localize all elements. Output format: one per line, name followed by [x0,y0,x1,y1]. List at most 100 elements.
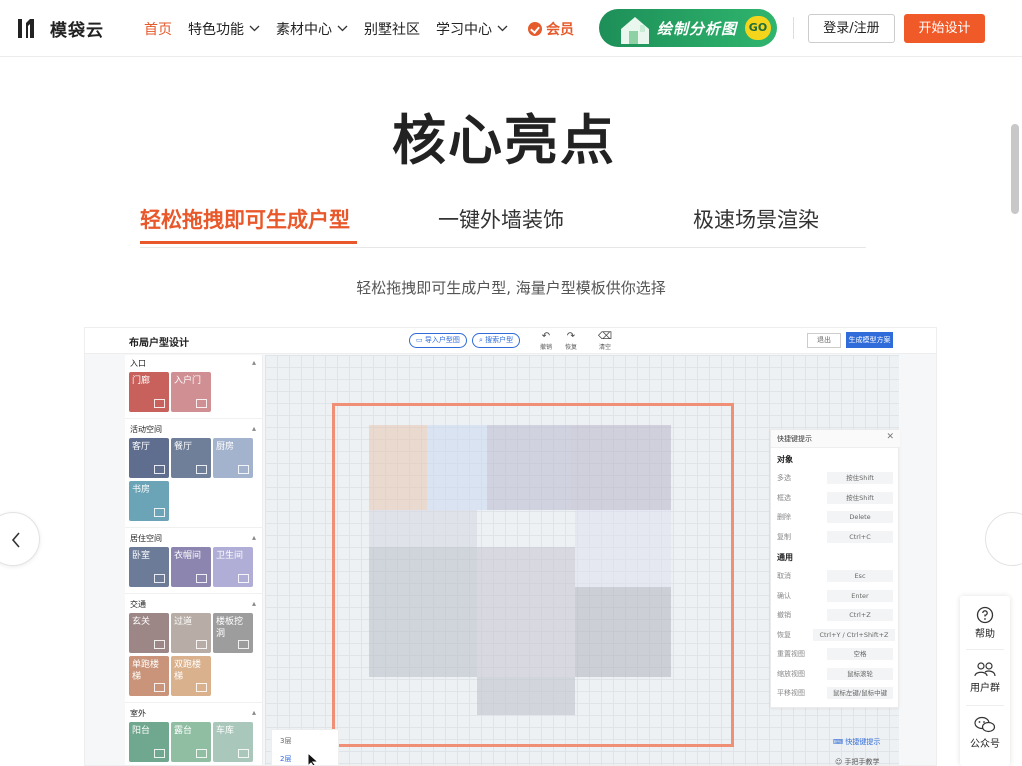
menu-item[interactable]: 别墅社区 [364,19,420,39]
room-glyph-icon [196,399,207,408]
float-divider [966,705,1004,706]
room-glyph-icon [196,640,207,649]
room-glyph-icon [238,640,249,649]
room-tile-label: 过道 [174,617,193,627]
room-tile-label: 入户门 [174,376,202,386]
shortcut-label: 缩放视图 [777,669,805,678]
nav-divider [793,17,794,39]
room-tile[interactable]: 阳台 [129,722,169,762]
start-design-button[interactable]: 开始设计 [904,14,985,43]
shortcut-label: 平移视图 [777,689,805,697]
menu-item[interactable]: 学习中心 [436,19,508,39]
room-tile[interactable]: 门廊 [129,372,169,412]
redo-tool[interactable]: ↷ 恢复 [562,331,580,351]
wechat-button[interactable]: 公众号 [960,716,1010,750]
room-tile[interactable]: 过道 [171,613,211,653]
palette-divider [125,418,263,419]
logo-mark-icon [18,19,34,38]
menu-item-label: 别墅社区 [364,21,420,38]
clear-tool[interactable]: ⌫ 清空 [596,331,614,351]
room-glyph-icon [238,465,249,474]
shortcut-label: 复制 [777,532,791,541]
palette-section-title: 室外 [130,709,146,718]
room-glyph-icon [196,683,207,692]
section-toggle-icon[interactable]: ▴ [252,424,256,433]
room-tile[interactable]: 书房 [129,481,169,521]
shortcut-label: 恢复 [777,630,791,639]
user-group-button[interactable]: 用户群 [960,660,1010,694]
room-glyph-icon [154,465,165,474]
top-nav: 模袋云 首页 特色功能 素材中心 别墅社区 学习中心 会员 绘制分析图 GO 登录/注册 … [0,0,1022,57]
room-tile[interactable]: 卫生间 [213,547,253,587]
logo[interactable]: 模袋云 [17,15,104,41]
menu-item[interactable]: 首页 [144,19,172,39]
chevron-left-icon [11,532,20,548]
shortcut-hint-link[interactable]: ⌨ 快捷键提示 [833,737,880,747]
close-icon[interactable]: ✕ [886,432,894,442]
room-tile-label: 书房 [132,485,151,495]
room-tile[interactable]: 玄关 [129,613,169,653]
shortcut-panel-title: 快捷键提示 [777,435,812,443]
room-glyph-icon [196,749,207,758]
undo-label: 撤销 [539,344,552,351]
analysis-banner[interactable]: 绘制分析图 GO [599,9,777,47]
undo-icon: ↶ [541,331,551,342]
shortcut-key: 按住Shift [827,472,893,484]
generate-model-button[interactable]: 生成模型方案 [846,332,893,348]
room-tile[interactable]: 车库 [213,722,253,762]
banner-go-button[interactable]: GO [745,16,771,40]
room-tile[interactable]: 楼板挖洞 [213,613,253,653]
room-tile[interactable]: 卧室 [129,547,169,587]
exit-button[interactable]: 退出 [807,333,841,348]
floor-item[interactable]: 3层 [280,736,291,746]
room-tile[interactable]: 双跑楼梯 [171,656,211,696]
search-plan-button[interactable]: ⌕ 搜索户型 [472,333,521,348]
vip-link[interactable]: 会员 [528,19,574,39]
section-toggle-icon[interactable]: ▴ [252,708,256,717]
mouse-cursor-icon [307,752,320,765]
shortcut-label: 取消 [777,572,791,580]
right-float-bar: 帮助 用户群 公众号 [960,596,1010,766]
menu-item-label: 首页 [144,21,172,38]
room-glyph-icon [238,574,249,583]
carousel-prev-button[interactable] [0,512,40,566]
room-tile[interactable]: 露台 [171,722,211,762]
room-tile[interactable]: 厨房 [213,438,253,478]
redo-icon: ↷ [566,331,576,342]
shortcut-label: 确认 [777,591,791,600]
floor-item-active[interactable]: 2层 [278,752,332,765]
help-button[interactable]: 帮助 [960,606,1010,640]
scrollbar-thumb[interactable] [1011,124,1019,214]
login-button[interactable]: 登录/注册 [808,14,895,43]
section-toggle-icon[interactable]: ▴ [252,533,256,542]
menu-item[interactable]: 特色功能 [188,19,260,39]
import-plan-button[interactable]: ▭ 导入户型图 [409,333,467,348]
room-tile[interactable]: 单跑楼梯 [129,656,169,696]
tab-facade[interactable]: 一键外墙装饰 [438,204,564,234]
room-tile[interactable]: 餐厅 [171,438,211,478]
room-tile[interactable]: 入户门 [171,372,211,412]
tab-drag-layout[interactable]: 轻松拖拽即可生成户型 [140,204,350,234]
room-tile-label: 厨房 [216,442,235,452]
room-glyph-icon [196,574,207,583]
section-subtitle: 轻松拖拽即可生成户型, 海量户型模板供你选择 [356,279,666,297]
carousel-next-button[interactable] [985,512,1022,566]
outer-wall [332,403,734,747]
shortcut-panel: 快捷键提示 ✕ 对象 多选 按住Shift 框选 按住Shift 删除 Delete 复制 Ct… [770,429,900,708]
room-tile[interactable]: 客厅 [129,438,169,478]
layout-app-screenshot: 布局户型设计 ▭ 导入户型图 ⌕ 搜索户型 ↶ 撤销 ↷ 恢复 ⌫ 清空 退出 生成模… [84,327,937,766]
shortcut-hint-label: 快捷键提示 [845,738,881,746]
palette-divider [125,593,263,594]
room-tile[interactable]: 衣帽间 [171,547,211,587]
tab-render[interactable]: 极速场景渲染 [693,204,819,234]
menu-item[interactable]: 素材中心 [276,19,348,39]
chevron-down-icon [337,25,348,32]
section-toggle-icon[interactable]: ▴ [252,358,256,367]
section-toggle-icon[interactable]: ▴ [252,599,256,608]
tutorial-link[interactable]: ☺ 手把手教学 [835,757,880,765]
palette-section-title: 活动空间 [130,425,162,434]
palette-divider [125,527,263,528]
room-tile-label: 玄关 [132,617,151,627]
shortcut-key: 空格 [827,648,893,660]
undo-tool[interactable]: ↶ 撤销 [537,331,555,351]
